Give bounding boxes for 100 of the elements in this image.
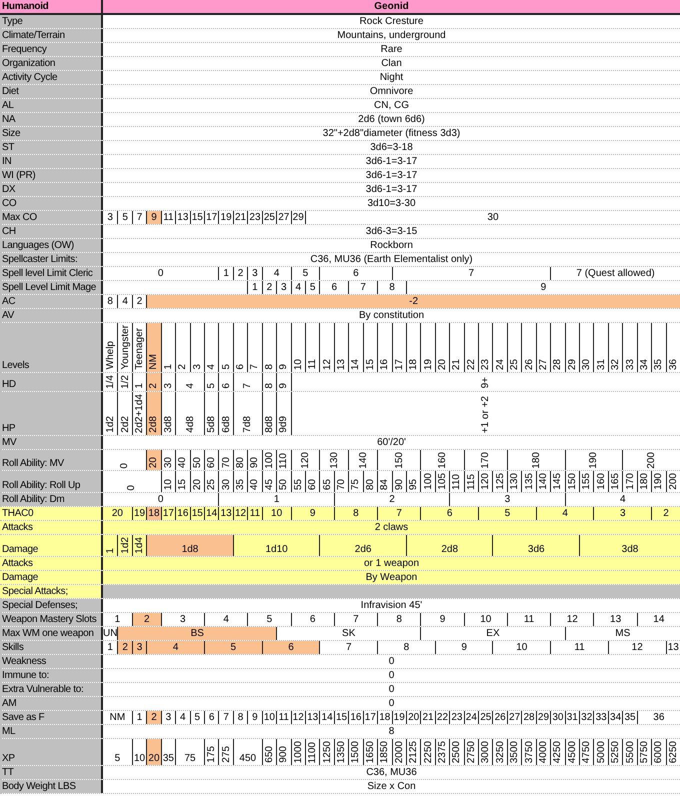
table-cell: 36: [666, 323, 680, 372]
table-cell-text: 1: [104, 547, 117, 556]
row-label: Climate/Terrain: [0, 29, 103, 42]
row-label: Spellcaster Limits:: [0, 253, 103, 266]
table-cell: 15: [190, 507, 204, 520]
table-cell: 4: [117, 295, 132, 308]
table-cell: 3000: [478, 738, 492, 766]
table-cell: 24: [492, 323, 507, 372]
table-cell: 4500: [564, 738, 580, 766]
table-cell: 4750: [579, 738, 594, 766]
table-cell: 4000: [536, 738, 550, 766]
row-label: NA: [0, 113, 103, 126]
table-cell: 6: [319, 267, 392, 280]
table-cell: 180: [506, 450, 565, 470]
table-cell: 4: [204, 323, 218, 372]
table-cell: 6d8: [218, 392, 233, 435]
table-cell: 35: [651, 323, 666, 372]
table-cell: 1d10: [232, 535, 320, 556]
table-cell: 17: [160, 507, 176, 520]
table-cell: 2750: [464, 738, 478, 766]
table-cell: 34: [608, 710, 622, 724]
table-cell-text: 1: [114, 612, 122, 626]
table-cell: 32: [608, 323, 622, 372]
row-label: Max WM one weapon: [0, 626, 103, 640]
table-cell: 12: [608, 640, 666, 654]
table-cell: 5d8: [204, 392, 218, 435]
table-cell: or 1 weapon: [103, 556, 680, 570]
table-cell: 2 claws: [103, 521, 680, 534]
row-label: HD: [0, 372, 103, 391]
table-cell: 80: [362, 471, 378, 492]
table-cell: 170: [622, 471, 637, 492]
table-cell: 2: [132, 612, 161, 626]
table-cell: 18: [377, 710, 392, 724]
table-cell: 31: [564, 710, 580, 724]
table-cell: 5500: [622, 738, 637, 766]
table-cell: 8: [232, 710, 248, 724]
row-label: XP: [0, 738, 103, 766]
table-cell: 150: [564, 471, 580, 492]
table-cell: 19: [218, 211, 233, 224]
table-cell: 5750: [636, 738, 652, 766]
row-label: Frequency: [0, 43, 103, 56]
table-cell: 32: [579, 710, 594, 724]
table-cell-text: 5: [114, 752, 122, 766]
table-cell: 9d9: [276, 392, 291, 435]
table-cell: 4d8: [175, 392, 204, 435]
row-label: Spell level Limit Cleric: [0, 267, 103, 280]
table-cell: 7d8: [232, 392, 262, 435]
table-cell: 3: [593, 507, 652, 520]
table-cell: 1350: [334, 738, 348, 766]
row-label: CO: [0, 197, 103, 210]
table-cell: 105: [434, 471, 450, 492]
table-cell: 7: [232, 372, 262, 391]
table-cell: 3500: [506, 738, 522, 766]
table-cell: 7: [247, 323, 262, 372]
table-cell: 2: [146, 372, 161, 391]
table-cell: 29: [564, 323, 580, 372]
table-cell: 140: [348, 450, 378, 470]
table-cell: 14: [319, 710, 334, 724]
table-cell: 9: [276, 323, 291, 372]
row-label: IN: [0, 155, 103, 168]
row-label: Roll Ability: MV: [0, 450, 103, 470]
table-cell: 5: [290, 267, 320, 280]
table-cell: 33: [593, 710, 608, 724]
table-cell: 70: [218, 450, 233, 470]
table-cell: 18: [146, 507, 161, 520]
table-cell: 30: [550, 710, 565, 724]
table-cell: 180: [636, 471, 652, 492]
table-cell: 3750: [521, 738, 536, 766]
table-cell: 10: [262, 507, 291, 520]
table-cell: 26: [492, 710, 507, 724]
table-cell: 18: [406, 323, 420, 372]
table-cell: 4250: [550, 738, 565, 766]
table-cell: 35: [160, 738, 176, 766]
table-cell: 2d2: [117, 392, 132, 435]
table-cell: 4: [175, 372, 204, 391]
table-cell: 19: [392, 710, 406, 724]
row-label: Special Attacks;: [0, 584, 103, 598]
table-cell: 29: [536, 710, 550, 724]
table-cell: 10: [262, 710, 276, 724]
table-cell: 7: [319, 640, 378, 654]
row-label: DX: [0, 183, 103, 196]
table-cell: 33: [622, 323, 637, 372]
table-cell: By Weapon: [103, 570, 680, 584]
table-cell: 9: [247, 710, 262, 724]
table-cell: 8: [262, 372, 276, 391]
row-label: AV: [0, 309, 103, 322]
table-cell: 30: [218, 471, 233, 492]
table-cell: 25: [506, 323, 522, 372]
table-cell: 50: [190, 450, 204, 470]
table-cell: 23: [449, 710, 464, 724]
table-cell: 9: [434, 640, 492, 654]
table-cell: 3: [190, 323, 204, 372]
row-label: Max CO: [0, 211, 103, 224]
row-label: Attacks: [0, 521, 103, 534]
table-cell: 160: [420, 450, 464, 470]
table-cell: 3d6: [492, 535, 580, 556]
table-cell: 9: [276, 372, 291, 391]
table-cell: 14: [348, 323, 363, 372]
table-cell: 17: [362, 710, 378, 724]
table-cell: 6250: [666, 738, 680, 766]
